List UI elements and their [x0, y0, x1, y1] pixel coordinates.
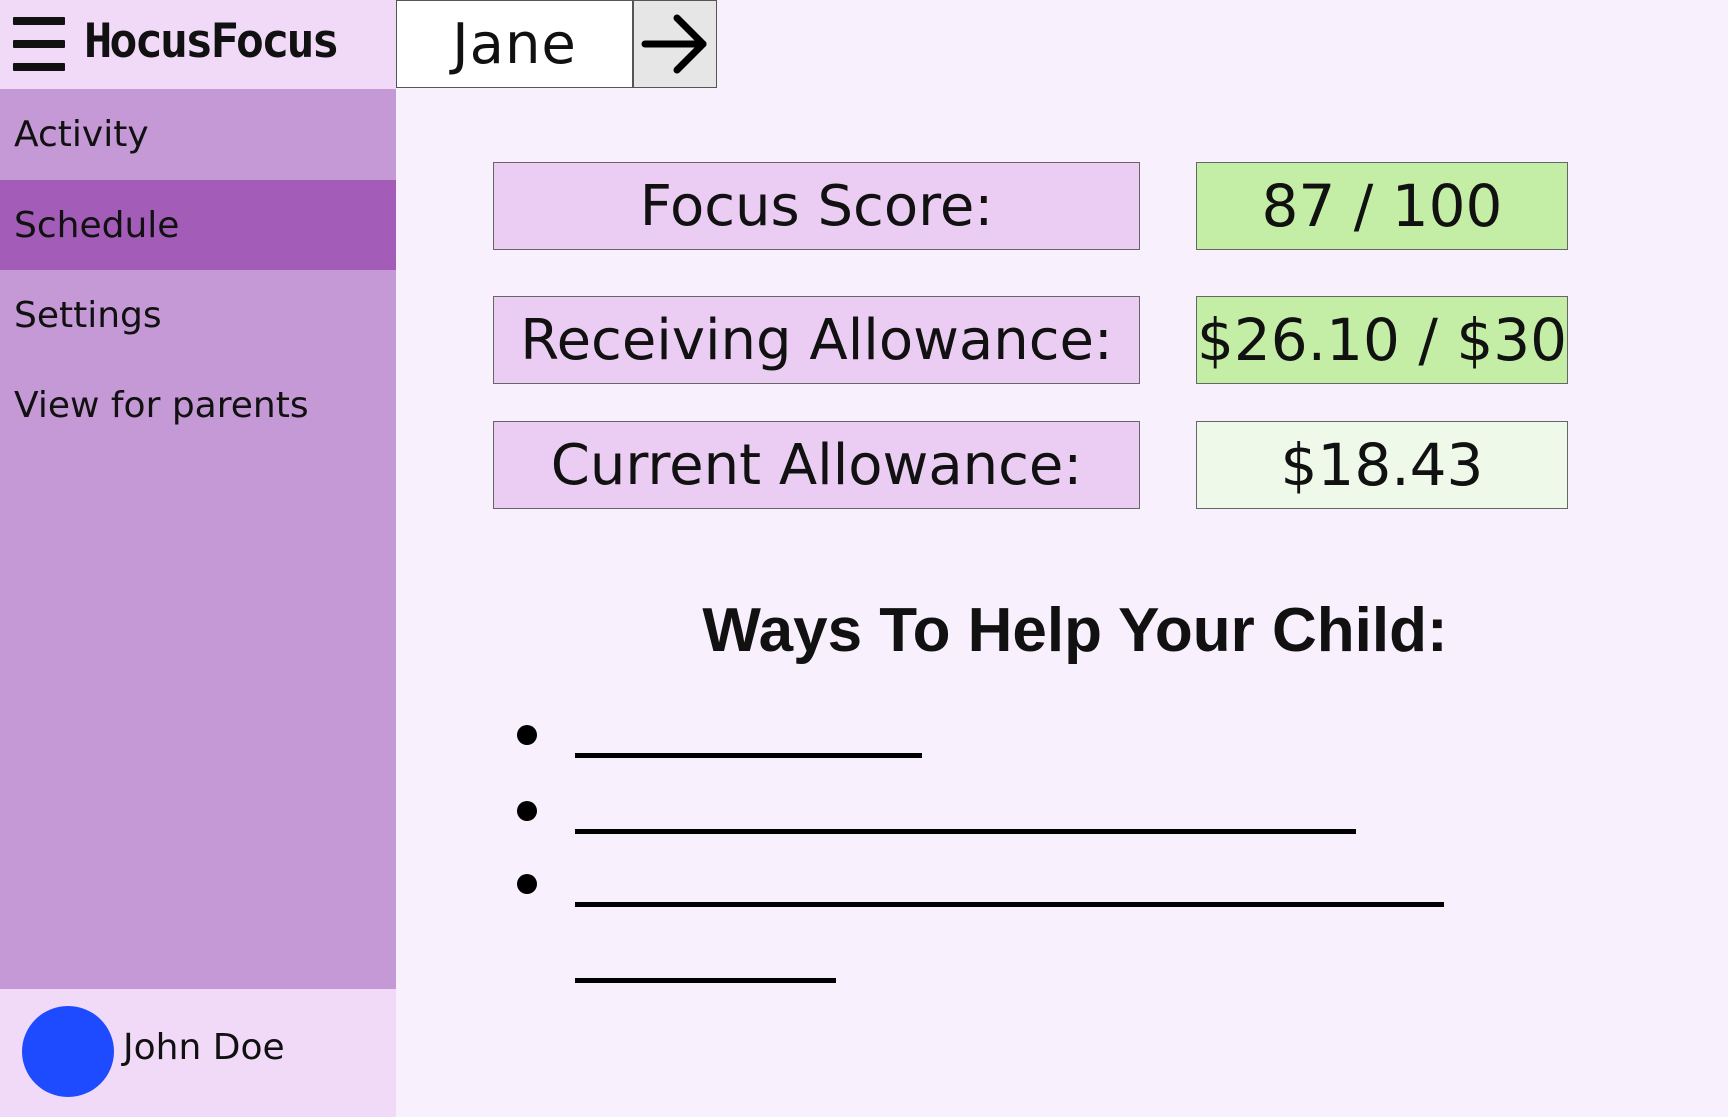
current-allowance-label: Current Allowance:	[493, 421, 1140, 509]
tip-bullet-1	[517, 725, 537, 745]
focus-score-label: Focus Score:	[493, 162, 1140, 250]
app-title: HocusFocus	[84, 14, 340, 69]
focus-score-value: 87 / 100	[1196, 162, 1568, 250]
child-name-field[interactable]: Jane	[396, 0, 633, 88]
tip-blank-2	[575, 829, 1356, 834]
tip-blank-3	[575, 902, 1444, 907]
go-button[interactable]	[633, 0, 717, 88]
current-allowance-value: $18.43	[1196, 421, 1568, 509]
user-name: John Doe	[123, 1027, 285, 1068]
tips-heading: Ways To Help Your Child:	[702, 596, 1448, 665]
hamburger-menu-icon[interactable]	[13, 17, 67, 72]
user-panel[interactable]: John Doe	[0, 989, 396, 1117]
sidebar-item-activity[interactable]: Activity	[0, 89, 396, 179]
arrow-right-icon	[641, 14, 707, 74]
receiving-allowance-label: Receiving Allowance:	[493, 296, 1140, 384]
sidebar-item-settings[interactable]: Settings	[0, 270, 396, 360]
sidebar: Activity Schedule Settings View for pare…	[0, 89, 396, 989]
tip-bullet-3	[517, 874, 537, 894]
sidebar-item-schedule[interactable]: Schedule	[0, 180, 396, 270]
sidebar-item-view-for-parents[interactable]: View for parents	[0, 360, 396, 450]
tip-blank-3-continued	[575, 978, 836, 983]
tip-blank-1	[575, 753, 922, 758]
brand-header: HocusFocus	[0, 0, 396, 89]
avatar[interactable]	[22, 1006, 114, 1097]
tip-bullet-2	[517, 801, 537, 821]
receiving-allowance-value: $26.10 / $30	[1196, 296, 1568, 384]
app-root: HocusFocus Activity Schedule Settings Vi…	[0, 0, 1728, 1117]
